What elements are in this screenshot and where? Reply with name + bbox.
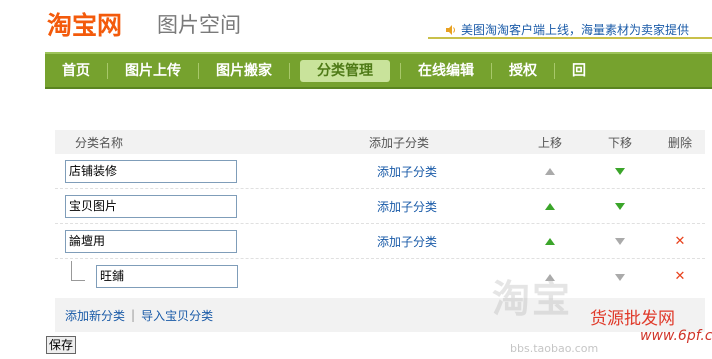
table-header: 分类名称 添加子分类 上移 下移 删除 <box>55 130 705 154</box>
site-title: 图片空间 <box>157 13 241 37</box>
move-down-icon[interactable] <box>615 168 625 175</box>
nav-upload[interactable]: 图片上传 <box>108 60 198 82</box>
nav-home[interactable]: 首页 <box>45 60 107 82</box>
delete-icon[interactable]: ✕ <box>675 269 686 284</box>
add-child-link[interactable]: 添加子分类 <box>377 235 437 249</box>
notice-link[interactable]: 美图淘淘客户端上线，海量素材为卖家提供 <box>445 21 689 38</box>
table-row: 店铺装修 添加子分类 <box>55 154 705 189</box>
category-name-input[interactable]: 論壇用 <box>65 229 237 253</box>
nav-move-images[interactable]: 图片搬家 <box>199 60 289 82</box>
category-name-input[interactable]: 店铺装修 <box>65 159 237 183</box>
notice-underline <box>428 37 712 39</box>
move-down-icon[interactable] <box>615 203 625 210</box>
add-child-link[interactable]: 添加子分类 <box>377 165 437 179</box>
header-move-up: 上移 <box>537 135 562 150</box>
header-add-child: 添加子分类 <box>369 135 430 150</box>
header: 淘宝网 图片空间 美图淘淘客户端上线，海量素材为卖家提供 <box>0 0 712 50</box>
notice-text[interactable]: 美图淘淘客户端上线，海量素材为卖家提供 <box>461 21 689 38</box>
taobao-logo[interactable]: 淘宝网 <box>47 6 122 42</box>
nav-category-manage[interactable]: 分类管理 <box>300 59 390 82</box>
add-category-link[interactable]: 添加新分类 <box>65 307 125 324</box>
import-category-link[interactable]: 导入宝贝分类 <box>141 307 213 324</box>
table-footer: 添加新分类 | 导入宝贝分类 <box>55 298 705 332</box>
table-row: 宝贝图片 添加子分类 <box>55 189 705 224</box>
nav-authorize[interactable]: 授权 <box>492 60 554 82</box>
speaker-icon <box>446 24 455 35</box>
category-table: 分类名称 添加子分类 上移 下移 删除 店铺装修 添加子分类 宝贝图片 添加子分… <box>55 130 705 294</box>
nav-online-edit[interactable]: 在线编辑 <box>401 60 491 82</box>
save-button[interactable]: 保存 <box>46 336 77 354</box>
tree-connector <box>71 261 85 281</box>
move-up-icon[interactable] <box>545 203 555 210</box>
category-name-input[interactable]: 宝贝图片 <box>65 194 237 218</box>
move-down-icon <box>615 273 625 281</box>
add-child-link[interactable]: 添加子分类 <box>377 200 437 214</box>
subcategory-name-input[interactable]: 旺鋪 <box>96 265 238 288</box>
table-row: 論壇用 添加子分类 ✕ <box>55 224 705 259</box>
header-move-down: 下移 <box>607 135 632 150</box>
header-name: 分类名称 <box>75 135 124 150</box>
main-nav: 首页 图片上传 图片搬家 分类管理 在线编辑 授权 回 <box>45 52 712 89</box>
move-up-icon <box>545 273 555 281</box>
watermark-bbs: bbs.taobao.com <box>510 342 599 355</box>
move-down-icon <box>615 238 625 245</box>
nav-more[interactable]: 回 <box>555 60 603 82</box>
move-up-icon <box>545 168 555 175</box>
move-up-icon[interactable] <box>545 238 555 245</box>
footer-separator: | <box>131 308 136 322</box>
header-delete: 删除 <box>667 135 692 150</box>
nav-divider <box>289 62 290 79</box>
table-row: 旺鋪 ✕ <box>55 259 705 294</box>
delete-icon[interactable]: ✕ <box>675 234 686 249</box>
